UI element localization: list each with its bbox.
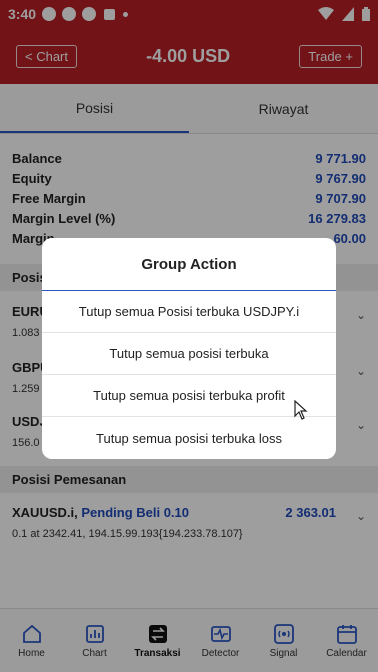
mouse-cursor-icon <box>294 400 308 420</box>
close-usdjpy-positions-option[interactable]: Tutup semua Posisi terbuka USDJPY.i <box>42 291 336 333</box>
dialog-title: Group Action <box>42 238 336 291</box>
close-loss-positions-option[interactable]: Tutup semua posisi terbuka loss <box>42 417 336 459</box>
group-action-dialog: Group Action Tutup semua Posisi terbuka … <box>42 238 336 459</box>
close-all-positions-option[interactable]: Tutup semua posisi terbuka <box>42 333 336 375</box>
close-profit-positions-option[interactable]: Tutup semua posisi terbuka profit <box>42 375 336 417</box>
